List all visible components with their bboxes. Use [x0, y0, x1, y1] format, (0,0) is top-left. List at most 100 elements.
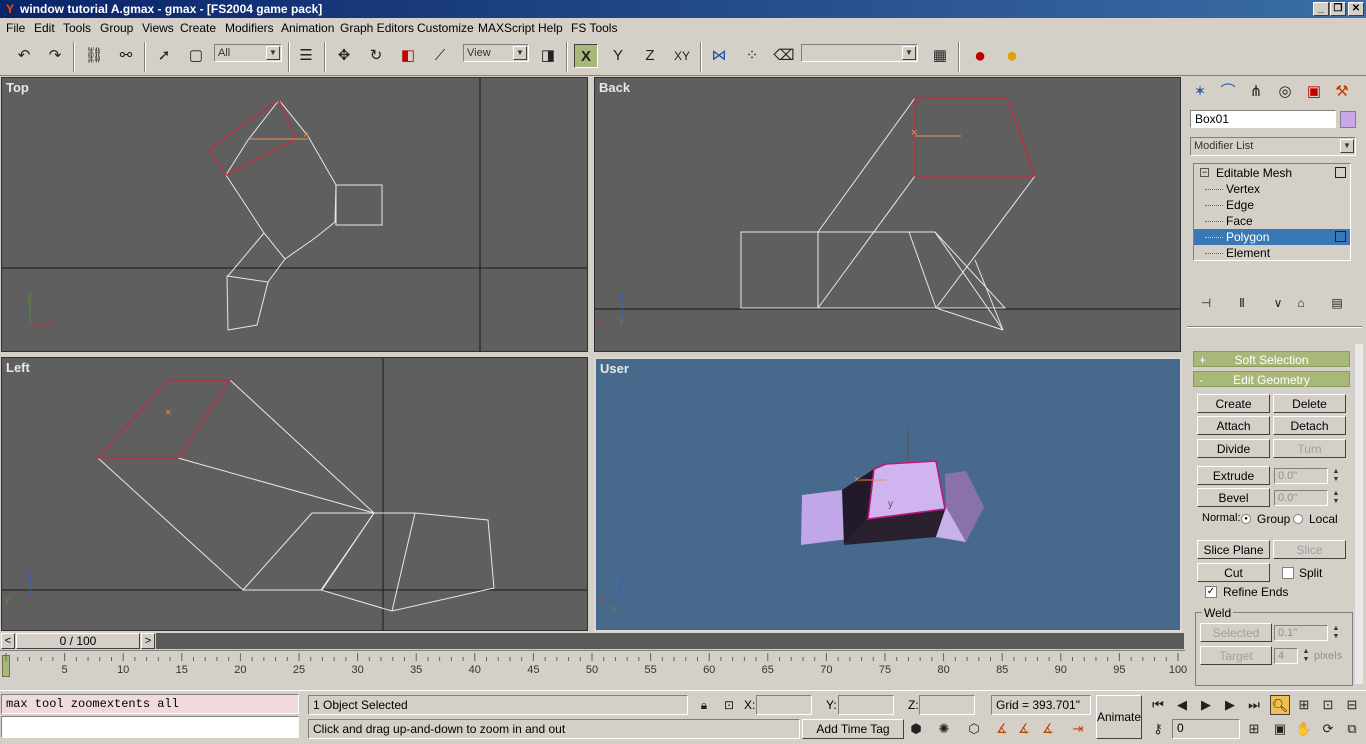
create-panel-icon[interactable]: ✶ [1188, 80, 1212, 104]
spinner-arrows-icon[interactable]: ▲ ▼ [1331, 468, 1341, 484]
weld-target-button[interactable]: Target [1200, 646, 1272, 665]
weld-selected-button[interactable]: Selected [1200, 623, 1272, 642]
select-by-name-icon[interactable]: ☰ [294, 44, 318, 68]
select-object-icon[interactable]: ➚ [152, 44, 176, 68]
delete-button[interactable]: Delete [1273, 394, 1346, 413]
viewport-top[interactable]: Top × y × z [1, 77, 588, 352]
refine-ends-checkbox[interactable]: ✓ [1205, 586, 1217, 598]
extrude-button[interactable]: Extrude [1197, 466, 1270, 485]
remove-modifier-icon[interactable]: ⌂ [1289, 294, 1313, 312]
angle-snap-icon[interactable]: ∡ [1014, 719, 1034, 739]
maxscript-listener-input[interactable]: max tool zoomextents all [1, 694, 299, 714]
zoom-extents-icon[interactable]: ⊡ [1318, 695, 1338, 715]
menu-file[interactable]: File [5, 21, 26, 35]
stack-item-element[interactable]: Element [1194, 245, 1350, 261]
spinner-arrows-icon[interactable]: ▲ ▼ [1331, 490, 1341, 506]
turn-button[interactable]: Turn [1273, 439, 1346, 458]
array-icon[interactable]: ⁘ [740, 44, 764, 68]
stack-item-vertex[interactable]: Vertex [1194, 181, 1350, 197]
named-selection-dropdown[interactable]: ▼ [801, 44, 918, 62]
utilities-panel-icon[interactable]: ⚒ [1330, 80, 1354, 104]
add-time-tag-button[interactable]: Add Time Tag [802, 719, 904, 739]
spinner-snap-icon[interactable]: ⇥ [1068, 719, 1088, 739]
restrict-z-button[interactable]: Z [638, 44, 662, 68]
toggle-box-icon[interactable] [1335, 167, 1346, 178]
quick-render-icon[interactable]: ● [1000, 44, 1024, 68]
split-checkbox[interactable] [1282, 567, 1294, 579]
select-and-scale-icon[interactable]: ◧ [396, 44, 420, 68]
edit-geometry-rollout[interactable]: - Edit Geometry [1193, 371, 1350, 387]
menu-edit[interactable]: Edit [33, 21, 56, 35]
lock-selection-icon[interactable]: 🔒︎ [694, 695, 714, 715]
maximize-viewport-icon[interactable]: ⧉ [1342, 719, 1362, 739]
reference-coord-dropdown[interactable]: View ▼ [463, 44, 529, 62]
menu-animation[interactable]: Animation [280, 21, 335, 35]
restore-button[interactable]: ❐ [1330, 2, 1346, 16]
pivot-center-icon[interactable]: ◨ [536, 44, 560, 68]
play-icon[interactable]: ▶ [1196, 695, 1216, 715]
viewport-back[interactable]: Back × z × y [594, 77, 1181, 352]
hierarchy-panel-icon[interactable]: ⋔ [1244, 80, 1268, 104]
viewport-user[interactable]: User × y z × y [594, 357, 1182, 632]
restrict-xy-button[interactable]: XY [670, 44, 694, 68]
key-mode-icon[interactable]: ⚷ [1148, 719, 1168, 739]
absolute-mode-icon[interactable]: ⊡ [719, 695, 739, 715]
zoom-all-icon[interactable]: ⊞ [1294, 695, 1314, 715]
current-frame-field[interactable]: 0 [1172, 719, 1240, 739]
toggle-box-icon[interactable] [1335, 231, 1346, 242]
menu-group[interactable]: Group [99, 21, 134, 35]
snap-icon[interactable]: ⟋ [428, 44, 452, 68]
menu-views[interactable]: Views [141, 21, 175, 35]
prev-frame-button[interactable]: < [1, 633, 15, 649]
view-cube-icon[interactable]: ⬡ [964, 719, 984, 739]
zoom-icon[interactable]: 🔍︎ [1270, 695, 1290, 715]
go-to-start-icon[interactable]: ⏮ [1148, 695, 1168, 715]
slice-button[interactable]: Slice [1273, 540, 1346, 559]
go-to-end-icon[interactable]: ⏭ [1244, 695, 1264, 715]
object-name-field[interactable]: Box01 [1190, 110, 1336, 128]
next-frame-button[interactable]: > [141, 633, 155, 649]
show-end-result-icon[interactable]: Ⅱ [1230, 294, 1254, 312]
select-and-move-icon[interactable]: ✥ [332, 44, 356, 68]
motion-panel-icon[interactable]: ◎ [1273, 80, 1297, 104]
render-scene-icon[interactable]: ● [968, 44, 992, 68]
stack-item-edge[interactable]: Edge [1194, 197, 1350, 213]
make-unique-icon[interactable]: ∨ [1266, 294, 1290, 312]
radio-local-icon[interactable] [1293, 514, 1303, 524]
stack-item-face[interactable]: Face [1194, 213, 1350, 229]
time-slider-thumb[interactable]: 0 / 100 [16, 633, 140, 649]
redo-icon[interactable]: ↷ [43, 44, 67, 68]
object-color-swatch[interactable] [1340, 111, 1356, 128]
mirror-icon[interactable]: ⋈ [707, 44, 731, 68]
close-button[interactable]: ✕ [1348, 2, 1364, 16]
weld-pixels-spinner[interactable]: 4 [1274, 648, 1298, 664]
display-panel-icon[interactable]: ▣ [1302, 80, 1326, 104]
divide-button[interactable]: Divide [1197, 439, 1270, 458]
align-icon[interactable]: ⌫ [772, 44, 796, 68]
configure-modifier-sets-icon[interactable]: ▤ [1325, 294, 1349, 312]
maxscript-output-field[interactable] [1, 716, 299, 738]
menu-help[interactable]: Help [537, 21, 564, 35]
weld-threshold-spinner[interactable]: 0.1" [1274, 625, 1328, 641]
menu-customize[interactable]: Customize [416, 21, 475, 35]
minimize-button[interactable]: _ [1313, 2, 1329, 16]
soft-selection-rollout[interactable]: + Soft Selection [1193, 351, 1350, 367]
next-frame-icon[interactable]: ▶ [1220, 695, 1240, 715]
grid-snap-icon[interactable]: ▦ [928, 44, 952, 68]
snaps-icon[interactable]: ∡ [992, 719, 1012, 739]
detach-button[interactable]: Detach [1273, 416, 1346, 435]
x-coord-field[interactable] [756, 695, 812, 715]
attach-button[interactable]: Attach [1197, 416, 1270, 435]
menu-maxscript[interactable]: MAXScript [477, 21, 536, 35]
bevel-spinner[interactable]: 0.0" [1274, 490, 1328, 506]
spinner-arrows-icon[interactable]: ▲ ▼ [1331, 625, 1341, 641]
time-slider[interactable]: < 0 / 100 > [0, 632, 1185, 650]
z-coord-field[interactable] [919, 695, 975, 715]
snap-toggle-icon[interactable]: ✺ [934, 719, 954, 739]
modifier-list-dropdown[interactable]: Modifier List ▼ [1190, 137, 1356, 156]
collapse-icon[interactable]: − [1200, 168, 1209, 177]
arc-rotate-icon[interactable]: ⟳ [1318, 719, 1338, 739]
zoom-extents-all-icon[interactable]: ⊟ [1342, 695, 1362, 715]
stack-item-polygon[interactable]: Polygon [1194, 229, 1350, 245]
field-of-view-icon[interactable]: ▣ [1270, 719, 1290, 739]
